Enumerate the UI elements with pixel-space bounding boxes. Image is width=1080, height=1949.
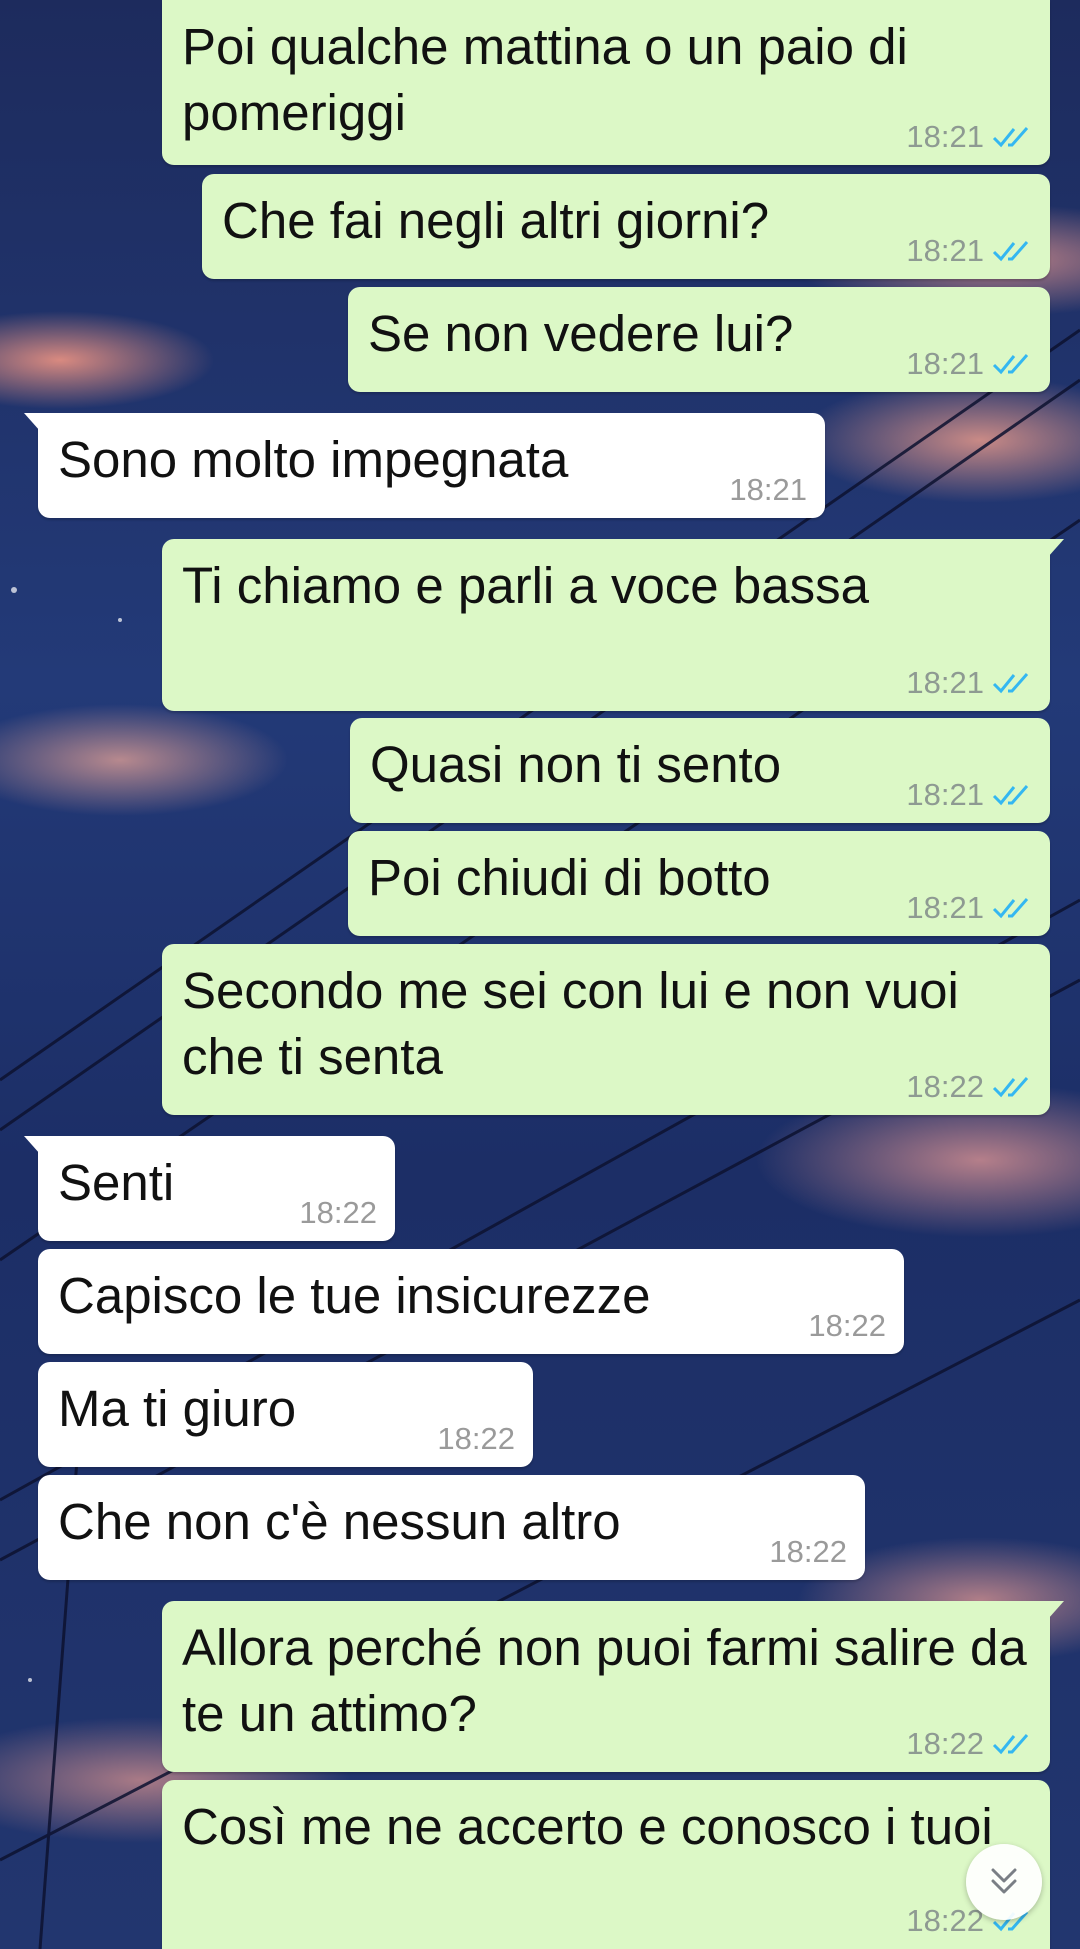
message-time: 18:22 <box>906 1903 984 1938</box>
message-time: 18:22 <box>906 1726 984 1761</box>
message-text: Capisco le tue insicurezze <box>58 1267 651 1324</box>
message-text: Ti chiamo e parli a voce bassa <box>182 557 869 614</box>
message-time: 18:21 <box>906 890 984 925</box>
message-meta: 18:21 <box>906 777 1032 813</box>
message-meta: 18:21 <box>906 665 1032 701</box>
message-text: Secondo me sei con lui e non vuoi che ti… <box>182 962 959 1085</box>
message-meta: 18:22 <box>906 1069 1032 1105</box>
message-meta: 18:22 <box>437 1421 515 1457</box>
message-text: Poi qualche mattina o un paio di pomerig… <box>182 18 908 141</box>
message-bubble-outgoing[interactable]: Quasi non ti sento 18:21 <box>350 718 1050 823</box>
message-time: 18:22 <box>906 1069 984 1104</box>
double-check-icon <box>992 241 1029 262</box>
message-meta: 18:21 <box>906 119 1032 155</box>
message-bubble-outgoing[interactable]: Che fai negli altri giorni? 18:21 <box>202 174 1050 279</box>
message-time: 18:21 <box>906 233 984 268</box>
message-bubble-outgoing[interactable]: Poi qualche mattina o un paio di pomerig… <box>162 0 1050 165</box>
double-check-icon <box>992 785 1029 806</box>
message-time: 18:21 <box>729 472 807 507</box>
message-time: 18:21 <box>906 777 984 812</box>
double-chevron-down-icon <box>991 1868 1017 1894</box>
message-text: Sono molto impegnata <box>58 431 569 488</box>
message-time: 18:21 <box>906 346 984 381</box>
message-time: 18:22 <box>299 1195 377 1230</box>
double-check-icon <box>992 673 1029 694</box>
bubble-tail <box>24 1136 40 1154</box>
message-bubble-incoming[interactable]: Ma ti giuro 18:22 <box>38 1362 533 1467</box>
double-check-icon <box>992 127 1029 148</box>
message-meta: 18:21 <box>906 890 1032 926</box>
double-check-icon <box>992 1734 1029 1755</box>
message-meta: 18:21 <box>906 346 1032 382</box>
message-list: Poi qualche mattina o un paio di pomerig… <box>0 0 1080 1949</box>
bubble-tail <box>1048 1601 1064 1619</box>
bubble-tail <box>1048 539 1064 557</box>
message-bubble-incoming[interactable]: Capisco le tue insicurezze 18:22 <box>38 1249 904 1354</box>
message-meta: 18:21 <box>729 472 807 508</box>
message-meta: 18:22 <box>808 1308 886 1344</box>
message-time: 18:22 <box>437 1421 515 1456</box>
message-time: 18:21 <box>906 665 984 700</box>
message-bubble-outgoing[interactable]: Poi chiudi di botto 18:21 <box>348 831 1050 936</box>
message-meta: 18:22 <box>906 1726 1032 1762</box>
message-meta: 18:22 <box>299 1195 377 1231</box>
message-bubble-outgoing[interactable]: Ti chiamo e parli a voce bassa 18:21 <box>162 539 1064 711</box>
scroll-to-bottom-button[interactable] <box>966 1844 1042 1920</box>
message-text: Allora perché non puoi farmi salire da t… <box>182 1619 1027 1742</box>
double-check-icon <box>992 354 1029 375</box>
message-bubble-outgoing[interactable]: Allora perché non puoi farmi salire da t… <box>162 1601 1064 1772</box>
message-bubble-outgoing[interactable]: Secondo me sei con lui e non vuoi che ti… <box>162 944 1050 1115</box>
message-time: 18:21 <box>906 119 984 154</box>
message-meta: 18:22 <box>769 1534 847 1570</box>
message-time: 18:22 <box>769 1534 847 1569</box>
double-check-icon <box>992 1077 1029 1098</box>
message-text: Che non c'è nessun altro <box>58 1493 621 1550</box>
message-bubble-outgoing[interactable]: Così me ne accerto e conosco i tuoi 18:2… <box>162 1780 1050 1949</box>
bubble-tail <box>24 413 40 431</box>
message-bubble-incoming[interactable]: Senti 18:22 <box>24 1136 395 1241</box>
message-bubble-incoming[interactable]: Sono molto impegnata 18:21 <box>24 413 825 518</box>
message-time: 18:22 <box>808 1308 886 1343</box>
double-check-icon <box>992 898 1029 919</box>
message-bubble-incoming[interactable]: Che non c'è nessun altro 18:22 <box>38 1475 865 1580</box>
message-bubble-outgoing[interactable]: Se non vedere lui? 18:21 <box>348 287 1050 392</box>
message-text: Così me ne accerto e conosco i tuoi <box>182 1798 993 1855</box>
message-meta: 18:21 <box>906 233 1032 269</box>
